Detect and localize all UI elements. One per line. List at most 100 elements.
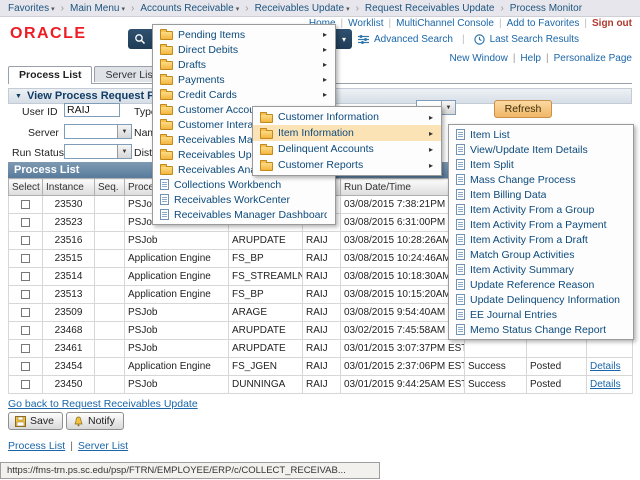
menu-item-payments[interactable]: Payments▸ bbox=[153, 72, 335, 87]
menu-item-label: Item Split bbox=[470, 159, 514, 171]
run-status-select[interactable] bbox=[64, 144, 132, 159]
menu-item-item-activity-from-a-group[interactable]: Item Activity From a Group bbox=[449, 202, 633, 217]
multichannel-console-link[interactable]: MultiChannel Console bbox=[396, 18, 494, 29]
row-checkbox[interactable] bbox=[21, 254, 30, 263]
refresh-button[interactable]: Refresh bbox=[494, 100, 552, 118]
page-icon bbox=[456, 189, 465, 200]
breadcrumb-item-request-receivables-update[interactable]: Request Receivables Update bbox=[365, 3, 495, 14]
section-title: View Process Request For bbox=[27, 90, 165, 102]
breadcrumb-item-receivables-update[interactable]: Receivables Update▾ bbox=[255, 3, 350, 14]
column-header-instance[interactable]: Instance bbox=[43, 179, 95, 196]
cell-distribution-status: Posted bbox=[527, 358, 587, 376]
cell-name: FS_JGEN bbox=[229, 358, 303, 376]
menu-item-match-group-activities[interactable]: Match Group Activities bbox=[449, 247, 633, 262]
advanced-search-icon bbox=[358, 34, 369, 45]
cell-process-type: Application Engine bbox=[125, 358, 229, 376]
server-select[interactable] bbox=[64, 124, 132, 139]
menu-item-customer-information[interactable]: Customer Information▸ bbox=[253, 109, 441, 125]
menu-item-item-information[interactable]: Item Information▸ bbox=[253, 125, 441, 141]
chevron-down-icon: ▾ bbox=[342, 35, 346, 44]
row-checkbox[interactable] bbox=[21, 236, 30, 245]
cell-seq bbox=[95, 376, 125, 394]
cell-seq bbox=[95, 214, 125, 232]
help-link[interactable]: Help bbox=[520, 53, 541, 64]
menu-item-update-delinquency-information[interactable]: Update Delinquency Information bbox=[449, 292, 633, 307]
notify-button[interactable]: Notify bbox=[66, 412, 124, 430]
row-checkbox[interactable] bbox=[21, 308, 30, 317]
menu-item-label: Update Delinquency Information bbox=[470, 294, 620, 306]
menu-item-receivables-manager-dashboard[interactable]: Receivables Manager Dashboard bbox=[153, 207, 335, 222]
row-checkbox[interactable] bbox=[21, 200, 30, 209]
breadcrumb: Favorites▾›Main Menu▾›Accounts Receivabl… bbox=[0, 0, 640, 17]
header-links: Home|Worklist|MultiChannel Console|Add t… bbox=[309, 18, 632, 29]
breadcrumb-item-accounts-receivable[interactable]: Accounts Receivable▾ bbox=[140, 3, 239, 14]
row-checkbox[interactable] bbox=[21, 344, 30, 353]
personalize-page-link[interactable]: Personalize Page bbox=[554, 53, 632, 64]
process-list-link[interactable]: Process List bbox=[8, 440, 65, 452]
menu-item-mass-change-process[interactable]: Mass Change Process bbox=[449, 172, 633, 187]
row-checkbox[interactable] bbox=[21, 218, 30, 227]
menu-item-drafts[interactable]: Drafts▸ bbox=[153, 57, 335, 72]
column-header-run-date-time[interactable]: Run Date/Time bbox=[341, 179, 465, 196]
menu-item-label: Mass Change Process bbox=[470, 174, 576, 186]
menu-item-pending-items[interactable]: Pending Items▸ bbox=[153, 27, 335, 42]
tab-process-list[interactable]: Process List bbox=[8, 66, 92, 84]
menu-item-label: Customer Reports bbox=[278, 159, 363, 171]
search-options-row: Advanced Search | Last Search Results bbox=[358, 32, 579, 46]
user-id-input[interactable]: RAIJ bbox=[64, 103, 120, 117]
menu-item-credit-cards[interactable]: Credit Cards▸ bbox=[153, 87, 335, 102]
cell-process-type: Application Engine bbox=[125, 250, 229, 268]
row-checkbox[interactable] bbox=[21, 362, 30, 371]
breadcrumb-separator: › bbox=[500, 3, 503, 14]
menu-item-memo-status-change-report[interactable]: Memo Status Change Report bbox=[449, 322, 633, 337]
menu-item-item-activity-from-a-payment[interactable]: Item Activity From a Payment bbox=[449, 217, 633, 232]
page-icon bbox=[456, 174, 465, 185]
menu-item-customer-reports[interactable]: Customer Reports▸ bbox=[253, 157, 441, 173]
server-label: Server bbox=[28, 127, 59, 139]
sign-out-link[interactable]: Sign out bbox=[592, 18, 632, 29]
save-button[interactable]: Save bbox=[8, 412, 63, 430]
menu-item-update-reference-reason[interactable]: Update Reference Reason bbox=[449, 277, 633, 292]
menu-item-view-update-item-details[interactable]: View/Update Item Details bbox=[449, 142, 633, 157]
column-header-seq[interactable]: Seq. bbox=[95, 179, 125, 196]
cell-select bbox=[9, 322, 43, 340]
status-bar: https://fms-trn.ps.sc.edu/psp/FTRN/EMPLO… bbox=[0, 462, 380, 479]
folder-icon bbox=[160, 46, 173, 55]
cell-instance: 23516 bbox=[43, 232, 95, 250]
menu-item-item-billing-data[interactable]: Item Billing Data bbox=[449, 187, 633, 202]
go-back-link[interactable]: Go back to Request Receivables Update bbox=[8, 398, 198, 410]
details-link[interactable]: Details bbox=[590, 361, 621, 372]
menu-item-direct-debits[interactable]: Direct Debits▸ bbox=[153, 42, 335, 57]
menu-item-collections-workbench[interactable]: Collections Workbench bbox=[153, 177, 335, 192]
new-window-link[interactable]: New Window bbox=[449, 53, 507, 64]
breadcrumb-item-main-menu[interactable]: Main Menu▾ bbox=[70, 3, 125, 14]
add-to-favorites-link[interactable]: Add to Favorites bbox=[507, 18, 580, 29]
cell-seq bbox=[95, 232, 125, 250]
menu-item-delinquent-accounts[interactable]: Delinquent Accounts▸ bbox=[253, 141, 441, 157]
page-links: New Window | Help | Personalize Page bbox=[449, 53, 632, 64]
breadcrumb-item-favorites[interactable]: Favorites▾ bbox=[8, 3, 55, 14]
row-checkbox[interactable] bbox=[21, 326, 30, 335]
last-search-results-link[interactable]: Last Search Results bbox=[490, 34, 580, 45]
menu-item-item-activity-summary[interactable]: Item Activity Summary bbox=[449, 262, 633, 277]
breadcrumb-item-process-monitor[interactable]: Process Monitor bbox=[510, 3, 582, 14]
menu-item-item-list[interactable]: Item List bbox=[449, 127, 633, 142]
row-checkbox[interactable] bbox=[21, 380, 30, 389]
row-checkbox[interactable] bbox=[21, 290, 30, 299]
cell-distribution-status bbox=[527, 340, 587, 358]
footer-links: Process List|Server List bbox=[8, 440, 128, 452]
menu-item-receivables-workcenter[interactable]: Receivables WorkCenter bbox=[153, 192, 335, 207]
menu-item-item-activity-from-a-draft[interactable]: Item Activity From a Draft bbox=[449, 232, 633, 247]
advanced-search-link[interactable]: Advanced Search bbox=[374, 34, 453, 45]
worklist-link[interactable]: Worklist bbox=[348, 18, 383, 29]
page-icon bbox=[456, 204, 465, 215]
save-icon bbox=[15, 416, 26, 427]
chevron-down-icon: ▾ bbox=[346, 6, 350, 13]
column-header-select[interactable]: Select bbox=[9, 179, 43, 196]
server-list-link[interactable]: Server List bbox=[78, 440, 128, 452]
row-checkbox[interactable] bbox=[21, 272, 30, 281]
menu-item-label: Drafts bbox=[178, 59, 206, 71]
menu-item-item-split[interactable]: Item Split bbox=[449, 157, 633, 172]
details-link[interactable]: Details bbox=[590, 379, 621, 390]
menu-item-ee-journal-entries[interactable]: EE Journal Entries bbox=[449, 307, 633, 322]
